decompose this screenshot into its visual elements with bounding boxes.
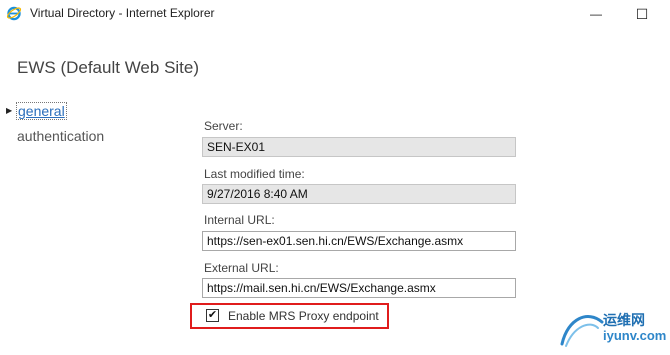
external-url-input[interactable]: https://mail.sen.hi.cn/EWS/Exchange.asmx <box>202 278 516 298</box>
watermark-text-url: iyunv.com <box>603 328 667 343</box>
maximize-icon: ☐ <box>635 5 649 22</box>
internal-url-label: Internal URL: <box>204 213 275 227</box>
server-label: Server: <box>204 119 243 133</box>
mrs-proxy-checkbox[interactable]: ✔ <box>206 309 219 322</box>
nav-item-general[interactable]: general <box>16 102 67 120</box>
last-modified-field: 9/27/2016 8:40 AM <box>202 184 516 204</box>
internet-explorer-icon <box>6 5 22 21</box>
maximize-button[interactable]: ☐ <box>628 2 656 26</box>
page-title: EWS (Default Web Site) <box>17 58 200 77</box>
minimize-icon: — <box>590 7 602 21</box>
mrs-proxy-label[interactable]: Enable MRS Proxy endpoint <box>228 309 379 323</box>
window-title: Virtual Directory - Internet Explorer <box>30 6 215 20</box>
checkmark-icon: ✔ <box>207 309 218 321</box>
selected-arrow-icon: ▶ <box>6 106 13 115</box>
watermark-text-cn: 运维网 <box>603 312 645 328</box>
minimize-button[interactable]: — <box>582 2 610 26</box>
server-field: SEN-EX01 <box>202 137 516 157</box>
external-url-label: External URL: <box>204 261 279 275</box>
internal-url-input[interactable]: https://sen-ex01.sen.hi.cn/EWS/Exchange.… <box>202 231 516 251</box>
last-modified-label: Last modified time: <box>204 167 305 181</box>
nav-item-authentication[interactable]: authentication <box>17 128 104 144</box>
